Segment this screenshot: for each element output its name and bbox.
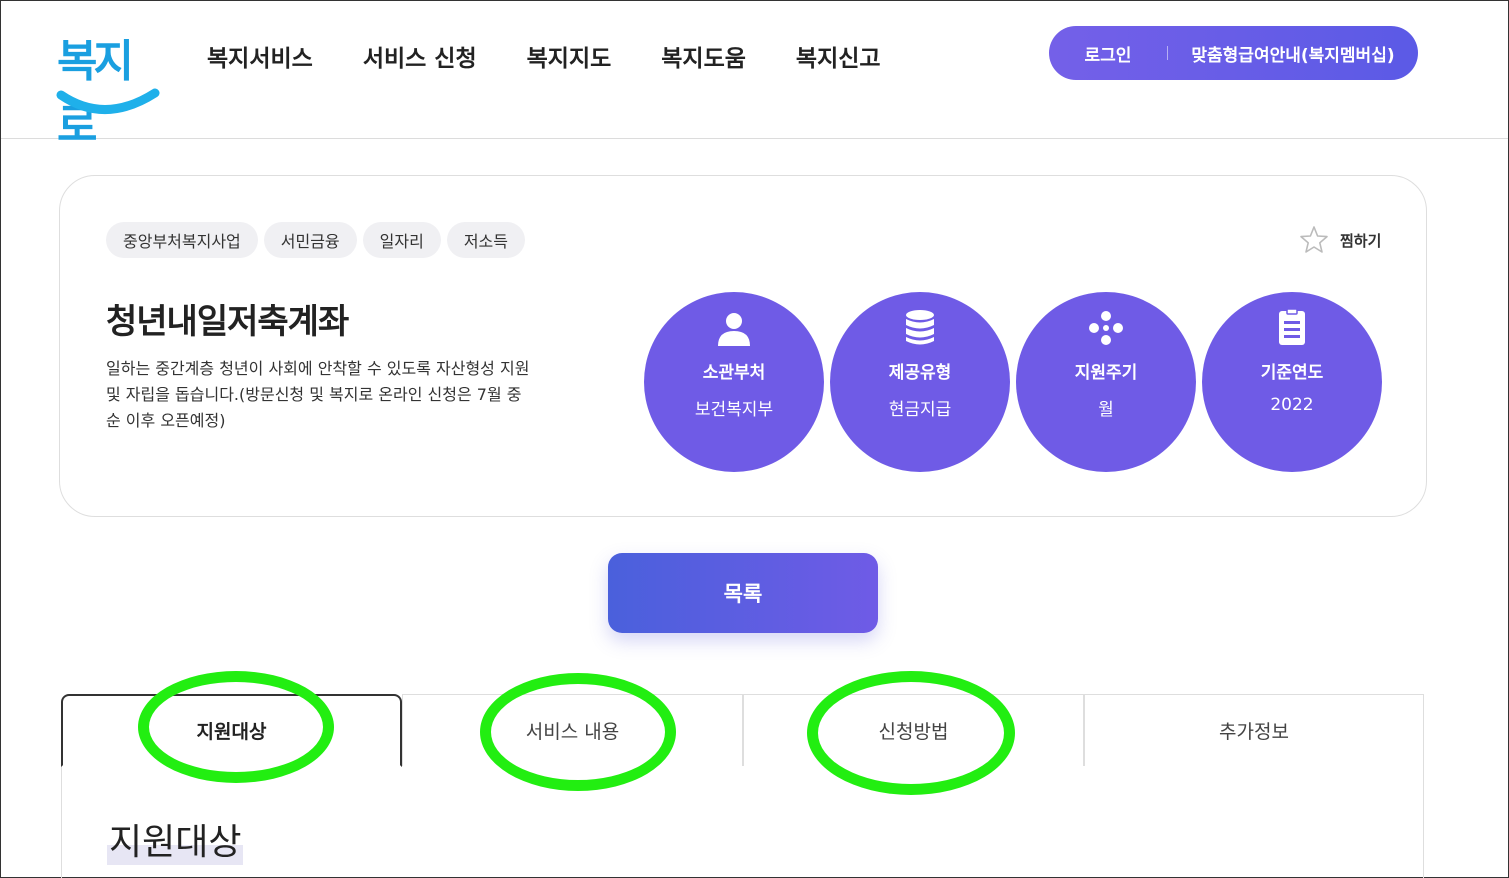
tag-low-income: 저소득 (446, 222, 525, 258)
login-button[interactable]: 로그인 (1049, 41, 1167, 66)
info-circle-base-year: 기준연도 2022 (1202, 292, 1382, 472)
nav-welfare-map[interactable]: 복지지도 (527, 39, 612, 73)
info-circle-ministry: 소관부처 보건복지부 (644, 292, 824, 472)
tag-jobs: 일자리 (362, 222, 441, 258)
circle-value: 보건복지부 (694, 400, 774, 420)
circle-label: 제공유형 (888, 363, 952, 383)
site-header: 복지로 복지서비스 서비스 신청 복지지도 복지도움 복지신고 로그인 맞춤형급… (1, 1, 1508, 151)
circle-value: 월 (1098, 400, 1114, 420)
circle-value: 현금지급 (888, 400, 952, 420)
nav-welfare-report[interactable]: 복지신고 (796, 39, 881, 73)
tab-eligibility[interactable]: 지원대상 (61, 694, 402, 767)
nav-service-apply[interactable]: 서비스 신청 (363, 39, 477, 73)
list-button[interactable]: 목록 (608, 553, 878, 633)
info-circle-support-cycle: 지원주기 월 (1016, 292, 1196, 472)
dots-icon (1089, 311, 1123, 345)
info-circle-provision-type: 제공유형 현금지급 (830, 292, 1010, 472)
person-icon (718, 313, 750, 346)
bokjiro-logo[interactable]: 복지로 (53, 21, 163, 151)
tab-service-content[interactable]: 서비스 내용 (402, 694, 743, 766)
tab-panel (61, 766, 1424, 878)
tag-central-ministry: 중앙부처복지사업 (106, 222, 258, 258)
favorite-button[interactable]: 찜하기 (1298, 224, 1381, 256)
document-icon (1279, 308, 1305, 345)
circle-value: 2022 (1270, 395, 1314, 415)
service-description: 일하는 중간계층 청년이 사회에 안착할 수 있도록 자산형성 지원 및 자립을… (106, 359, 530, 430)
circle-label: 기준연도 (1260, 363, 1324, 383)
favorite-label: 찜하기 (1340, 231, 1382, 250)
tab-application-method[interactable]: 신청방법 (743, 694, 1084, 766)
section-title: 지원대상 (107, 813, 244, 865)
service-title: 청년내일저축계좌 (106, 302, 349, 342)
nav-welfare-help[interactable]: 복지도움 (661, 39, 746, 73)
account-pill: 로그인 맞춤형급여안내(복지멤버십) (1049, 26, 1418, 80)
star-icon (1300, 226, 1328, 253)
circle-label: 소관부처 (702, 363, 766, 383)
nav-welfare-service[interactable]: 복지서비스 (207, 39, 313, 73)
tag-finance: 서민금융 (263, 222, 357, 258)
category-tags: 중앙부처복지사업 서민금융 일자리 저소득 (106, 222, 525, 258)
main-nav: 복지서비스 서비스 신청 복지지도 복지도움 복지신고 (207, 39, 931, 73)
circle-label: 지원주기 (1074, 363, 1138, 383)
tab-additional-info[interactable]: 추가정보 (1084, 694, 1424, 766)
database-icon (906, 310, 934, 345)
logo-smile-icon (56, 88, 160, 114)
service-summary-card: 중앙부처복지사업 서민금융 일자리 저소득 찜하기 청년내일저축계좌 일하는 중… (59, 175, 1427, 517)
detail-tabs: 지원대상 서비스 내용 신청방법 추가정보 (61, 694, 1424, 767)
membership-button[interactable]: 맞춤형급여안내(복지멤버십) (1168, 41, 1418, 66)
